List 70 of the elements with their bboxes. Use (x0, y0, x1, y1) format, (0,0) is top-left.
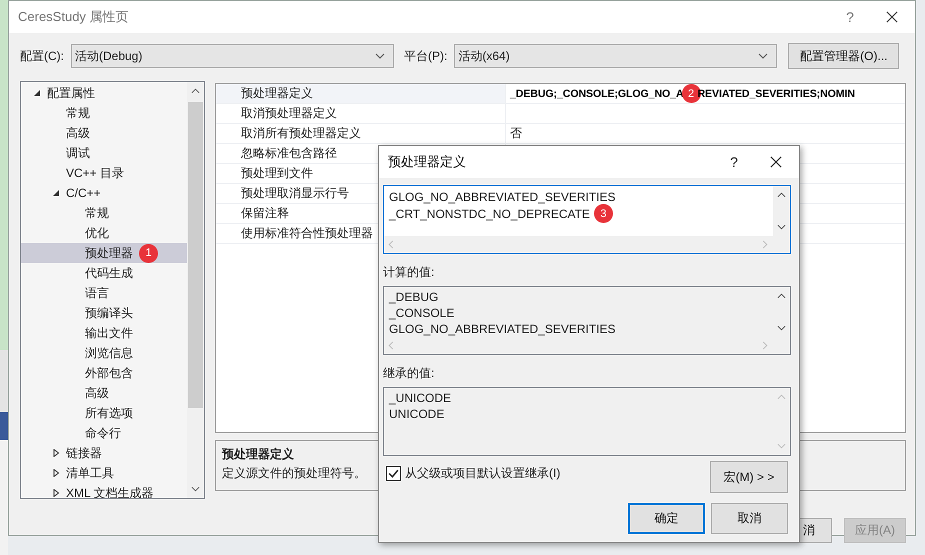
tree-item[interactable]: 常规 (21, 103, 187, 123)
chevron-down-icon[interactable] (777, 325, 786, 331)
tree-item[interactable]: 调试 (21, 143, 187, 163)
cancel-button[interactable]: 取消 (711, 503, 788, 534)
tree-item[interactable]: VC++ 目录 (21, 163, 187, 183)
ok-button[interactable]: 确定 (628, 503, 705, 534)
tree-item[interactable]: 高级 (21, 123, 187, 143)
config-label: 配置(C): (20, 48, 64, 64)
tree-item[interactable]: 预编译头 (21, 303, 187, 323)
number-badge: 3 (594, 204, 613, 223)
description-text: 定义源文件的预处理符号。 (222, 465, 366, 482)
tree-item[interactable]: 预处理器 1 (21, 243, 187, 263)
property-value: 否 (510, 125, 522, 142)
number-badge: 1 (139, 244, 158, 262)
collapsed-triangle-icon[interactable] (52, 469, 60, 477)
tree-item[interactable]: 代码生成 (21, 263, 187, 283)
platform-dropdown[interactable]: 活动(x64) (454, 44, 778, 68)
property-name: 取消预处理器定义 (216, 104, 506, 123)
close-icon[interactable] (770, 156, 782, 168)
chevron-up-icon[interactable] (191, 88, 200, 94)
scroll-thumb[interactable] (188, 102, 203, 408)
checkbox[interactable] (386, 466, 401, 481)
tree-item[interactable]: 输出文件 (21, 323, 187, 343)
config-manager-button[interactable]: 配置管理器(O)... (788, 43, 900, 69)
checkmark-icon (387, 467, 400, 480)
tree-item[interactable]: 常规 (21, 203, 187, 223)
chevron-down-icon (375, 53, 385, 59)
chevron-up-icon[interactable] (777, 192, 786, 198)
inherited-values-label: 继承的值: (383, 365, 436, 382)
value-line: GLOG_NO_ABBREVIATED_SEVERITIES (389, 322, 616, 336)
collapsed-triangle-icon[interactable] (52, 489, 60, 497)
tree-item[interactable]: 链接器 (21, 443, 187, 463)
chevron-up-icon[interactable] (777, 293, 786, 299)
help-button[interactable]: ? (840, 9, 860, 25)
tree-item[interactable]: C/C++ (21, 183, 187, 203)
tree-item[interactable]: 配置属性 (21, 83, 187, 103)
macro-button[interactable]: 宏(M) > > (710, 461, 788, 493)
chevron-down-icon (758, 53, 768, 59)
definitions-input[interactable]: GLOG_NO_ABBREVIATED_SEVERITIES _CRT_NONSTDC_NO_DEPRECATE 3 (383, 185, 791, 254)
window-title: CeresStudy 属性页 (18, 8, 129, 26)
tree-item[interactable]: 外部包含 (21, 363, 187, 383)
value-line: _CONSOLE (389, 306, 454, 320)
help-button[interactable]: ? (724, 154, 744, 170)
tree-item[interactable]: 清单工具 (21, 463, 187, 483)
platform-label: 平台(P): (404, 48, 448, 64)
tree-item[interactable]: 命令行 (21, 423, 187, 443)
chevron-down-icon[interactable] (777, 224, 786, 230)
tree-item[interactable]: XML 文档生成器 (21, 483, 187, 498)
inherit-checkbox[interactable]: 从父级或项目默认设置继承(I) (386, 465, 560, 482)
config-dropdown[interactable]: 活动(Debug) (71, 44, 394, 68)
scrollbar[interactable] (187, 82, 204, 498)
tree-item[interactable]: 高级 (21, 383, 187, 403)
property-name: 取消所有预处理器定义 (216, 124, 506, 143)
tree-item[interactable]: 所有选项 (21, 403, 187, 423)
tree-item[interactable]: 浏览信息 (21, 343, 187, 363)
expanded-triangle-icon[interactable] (52, 189, 60, 197)
computed-values-label: 计算的值: (383, 264, 436, 281)
close-icon[interactable] (886, 11, 898, 23)
description-title: 预处理器定义 (222, 446, 294, 463)
chevron-down-icon[interactable] (191, 486, 200, 492)
tree-item[interactable]: 语言 (21, 283, 187, 303)
tree-item[interactable]: 优化 (21, 223, 187, 243)
property-name: 预处理器定义 (216, 84, 506, 103)
collapsed-triangle-icon[interactable] (52, 449, 60, 457)
expanded-triangle-icon[interactable] (33, 89, 41, 97)
property-row[interactable]: 取消预处理器定义 (216, 104, 905, 124)
value-line: _DEBUG (389, 290, 438, 304)
value-line: UNICODE (389, 407, 444, 421)
property-row[interactable]: 取消所有预处理器定义 否 (216, 124, 905, 144)
value-line: _UNICODE (389, 391, 452, 405)
